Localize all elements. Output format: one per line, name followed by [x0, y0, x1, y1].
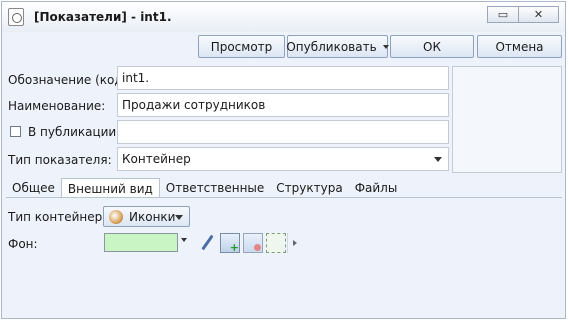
title-bar: [Показатели] - int1. ▭ ✕	[2, 2, 565, 32]
preview-button[interactable]: Просмотр	[198, 35, 285, 58]
type-select-value: Контейнер	[122, 152, 191, 166]
fit-image-icon[interactable]	[266, 233, 286, 253]
publish-label: Опубликовать	[286, 39, 377, 54]
preview-panel	[452, 66, 562, 173]
chevron-down-icon	[434, 157, 442, 162]
tab-files[interactable]: Файлы	[349, 178, 404, 198]
name-field[interactable]: Продажи сотрудников	[117, 93, 449, 117]
name-label: Наименование:	[8, 99, 106, 113]
publish-button[interactable]: Опубликовать	[286, 35, 389, 58]
document-icon	[8, 8, 24, 26]
chevron-down-icon	[382, 44, 389, 49]
image-delete-icon[interactable]	[243, 233, 263, 253]
type-label: Тип показателя:	[8, 153, 112, 167]
chevron-down-icon[interactable]	[181, 238, 187, 242]
container-type-value: Иконки	[129, 210, 176, 224]
window-title: [Показатели] - int1.	[34, 10, 172, 24]
tab-structure[interactable]: Структура	[270, 178, 348, 198]
tab-appearance[interactable]: Внешний вид	[60, 178, 160, 198]
type-select[interactable]: Контейнер	[117, 147, 449, 171]
window-controls: ▭ ✕	[487, 6, 559, 23]
chevron-right-icon[interactable]	[293, 240, 297, 246]
tab-general[interactable]: Общее	[6, 178, 61, 198]
in-publication-checkbox[interactable]	[10, 126, 21, 137]
toolbar-separator	[287, 233, 288, 253]
image-add-icon[interactable]	[220, 233, 240, 254]
restore-button[interactable]: ▭	[487, 6, 519, 23]
tab-divider	[6, 197, 562, 198]
code-label: Обозначение (код):	[8, 73, 132, 87]
tab-bar: Общее Внешний вид Ответственные Структур…	[6, 178, 403, 198]
code-field[interactable]: int1.	[117, 66, 449, 90]
background-label: Фон:	[8, 237, 38, 251]
in-publication-label: В публикации:	[28, 125, 121, 139]
pen-icon[interactable]	[197, 233, 217, 253]
icons-sphere-icon	[109, 210, 123, 224]
in-publication-field[interactable]	[117, 120, 449, 144]
chevron-down-icon	[175, 215, 183, 220]
dialog-window: [Показатели] - int1. ▭ ✕ Просмотр Опубли…	[1, 1, 566, 319]
background-color-swatch[interactable]	[104, 233, 178, 252]
tab-responsible[interactable]: Ответственные	[160, 178, 270, 198]
ok-button[interactable]: ОК	[390, 35, 474, 58]
close-button[interactable]: ✕	[519, 6, 559, 23]
container-type-dropdown[interactable]: Иконки	[103, 206, 190, 227]
cancel-button[interactable]: Отмена	[477, 35, 562, 58]
container-type-label: Тип контейнера:	[8, 210, 114, 224]
